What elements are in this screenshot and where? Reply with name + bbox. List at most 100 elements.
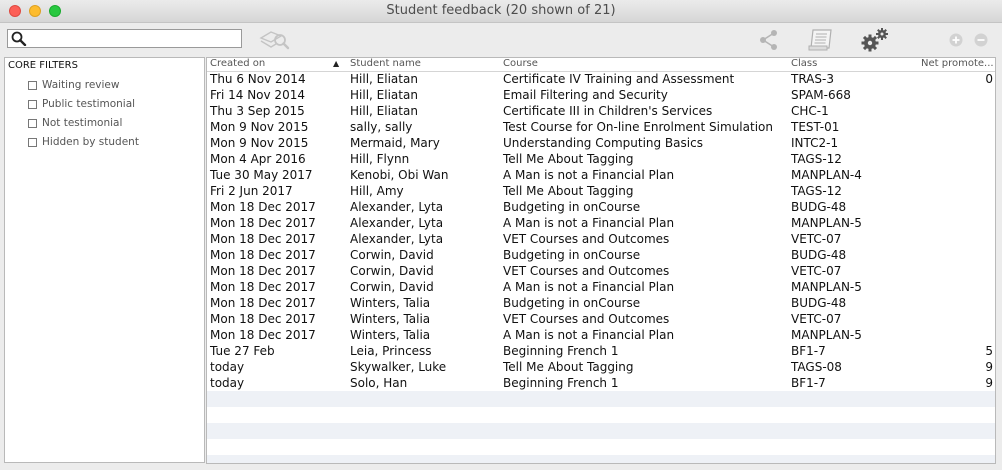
table-row[interactable]: today Skywalker, Luke Tell Me About Taggin… xyxy=(207,359,995,375)
col-student-name-cell: Winters, Talia xyxy=(350,296,431,310)
col-course-cell: Understanding Computing Basics xyxy=(503,136,703,150)
col-course-cell: Tell Me About Tagging xyxy=(503,184,634,198)
col-created-on-cell: Mon 18 Dec 2017 xyxy=(210,216,316,230)
table-row[interactable]: Mon 9 Nov 2015 sally, sally Test Course fo… xyxy=(207,119,995,135)
col-created-on-cell: Mon 18 Dec 2017 xyxy=(210,200,316,214)
table-row[interactable]: Thu 6 Nov 2014 Hill, Eliatan Certificate I… xyxy=(207,71,995,87)
col-class-cell: TAGS-12 xyxy=(791,184,842,198)
col-course-cell: VET Courses and Outcomes xyxy=(503,312,670,326)
table-row[interactable]: Mon 18 Dec 2017 Corwin, David VET Courses … xyxy=(207,263,995,279)
col-class-cell: TAGS-12 xyxy=(791,152,842,166)
table-body: Thu 6 Nov 2014 Hill, Eliatan Certificate I… xyxy=(207,71,995,463)
share-icon[interactable] xyxy=(758,29,780,51)
col-student-name-cell: Hill, Amy xyxy=(350,184,404,198)
col-net-promoter-cell: 5 xyxy=(985,344,993,358)
col-student-name-cell: Corwin, David xyxy=(350,264,434,278)
col-net-promoter-cell xyxy=(918,311,995,327)
table-row[interactable]: Mon 18 Dec 2017 Alexander, Lyta Budgeting … xyxy=(207,199,995,215)
col-net-promoter-cell xyxy=(918,103,995,119)
col-course-cell: A Man is not a Financial Plan xyxy=(503,168,675,182)
col-net-promoter-cell xyxy=(918,167,995,183)
empty-row xyxy=(207,455,995,463)
col-student-name-cell: sally, sally xyxy=(350,120,413,134)
table-row[interactable]: Mon 18 Dec 2017 Alexander, Lyta VET Course… xyxy=(207,231,995,247)
col-created-on-cell: Mon 4 Apr 2016 xyxy=(210,152,306,166)
col-student-name-cell: Solo, Han xyxy=(350,376,408,390)
filter-checkbox[interactable] xyxy=(28,100,37,109)
empty-row xyxy=(207,439,995,455)
empty-row xyxy=(207,391,995,407)
table-row[interactable]: Mon 18 Dec 2017 Alexander, Lyta A Man is n… xyxy=(207,215,995,231)
table-row[interactable]: Mon 18 Dec 2017 Corwin, David Budgeting in… xyxy=(207,247,995,263)
filter-checkbox[interactable] xyxy=(28,81,37,90)
table-row[interactable]: Mon 4 Apr 2016 Hill, Flynn Tell Me About T… xyxy=(207,151,995,167)
feedback-table[interactable]: Created on Student name Course Class Net pro… xyxy=(206,57,996,464)
col-created-on-cell: today xyxy=(210,360,245,374)
col-student-name-header[interactable]: Student name xyxy=(347,58,500,71)
col-created-on-cell: Mon 9 Nov 2015 xyxy=(210,120,309,134)
col-course-cell: VET Courses and Outcomes xyxy=(503,264,670,278)
col-created-on-cell: Mon 18 Dec 2017 xyxy=(210,328,316,342)
col-created-on-cell: Tue 27 Feb xyxy=(210,344,275,358)
col-created-on-cell: Mon 18 Dec 2017 xyxy=(210,312,316,326)
col-course-header[interactable]: Course xyxy=(500,58,788,71)
table-row[interactable]: Fri 14 Nov 2014 Hill, Eliatan Email Filter… xyxy=(207,87,995,103)
table-row[interactable]: Mon 18 Dec 2017 Winters, Talia A Man is no… xyxy=(207,327,995,343)
search-icon xyxy=(11,31,27,46)
col-student-name-cell: Hill, Eliatan xyxy=(350,88,418,102)
table-row[interactable]: Mon 18 Dec 2017 Winters, Talia VET Courses… xyxy=(207,311,995,327)
filter-label: Waiting review xyxy=(42,79,120,91)
col-student-name-cell: Hill, Eliatan xyxy=(350,104,418,118)
table-row[interactable]: Tue 30 May 2017 Kenobi, Obi Wan A Man is n… xyxy=(207,167,995,183)
col-course-cell: VET Courses and Outcomes xyxy=(503,232,670,246)
title-bar: Student feedback (20 shown of 21) xyxy=(0,0,1002,23)
col-net-promoter-cell: 9 xyxy=(985,376,993,390)
toolbar xyxy=(0,23,1002,56)
filter-checkbox[interactable] xyxy=(28,119,37,128)
col-class-cell: BF1-7 xyxy=(791,376,826,390)
col-student-name-cell: Skywalker, Luke xyxy=(350,360,447,374)
col-net-promoter-cell xyxy=(918,151,995,167)
remove-icon[interactable] xyxy=(974,33,988,47)
empty-row xyxy=(207,407,995,423)
filter-label: Not testimonial xyxy=(42,117,123,129)
table-row[interactable]: Thu 3 Sep 2015 Hill, Eliatan Certificate I… xyxy=(207,103,995,119)
col-net-promoter-header[interactable]: Net promote... xyxy=(918,58,995,71)
col-student-name-cell: Leia, Princess xyxy=(350,344,432,358)
col-course-cell: A Man is not a Financial Plan xyxy=(503,328,675,342)
notes-icon[interactable] xyxy=(807,28,835,52)
col-net-promoter-cell xyxy=(918,263,995,279)
table-row[interactable]: Fri 2 Jun 2017 Hill, Amy Tell Me About Tag… xyxy=(207,183,995,199)
col-net-promoter-cell xyxy=(918,135,995,151)
col-class-cell: BUDG-48 xyxy=(791,296,847,310)
search-input[interactable] xyxy=(7,29,242,48)
col-course-cell: Tell Me About Tagging xyxy=(503,360,634,374)
table-row[interactable]: Mon 9 Nov 2015 Mermaid, Mary Understanding… xyxy=(207,135,995,151)
gear-icon[interactable] xyxy=(860,27,890,53)
table-row[interactable]: Mon 18 Dec 2017 Corwin, David A Man is not… xyxy=(207,279,995,295)
table-row[interactable]: Mon 18 Dec 2017 Winters, Talia Budgeting i… xyxy=(207,295,995,311)
col-net-promoter-cell: 9 xyxy=(985,360,993,374)
window-title: Student feedback (20 shown of 21) xyxy=(386,3,616,18)
col-course-cell: Email Filtering and Security xyxy=(503,88,668,102)
table-row[interactable]: Tue 27 Feb Leia, Princess Beginning French… xyxy=(207,343,995,359)
col-class-cell: VETC-07 xyxy=(791,264,842,278)
col-net-promoter-cell xyxy=(918,231,995,247)
filter-checkbox[interactable] xyxy=(28,138,37,147)
col-student-name-cell: Corwin, David xyxy=(350,248,434,262)
col-created-on-header[interactable]: Created on xyxy=(207,58,347,71)
col-course-cell: Budgeting in onCourse xyxy=(503,200,641,214)
col-net-promoter-cell xyxy=(918,247,995,263)
col-class-cell: BF1-7 xyxy=(791,344,826,358)
col-student-name-cell: Corwin, David xyxy=(350,280,434,294)
col-course-cell: A Man is not a Financial Plan xyxy=(503,216,675,230)
find-related-icon[interactable] xyxy=(259,28,291,50)
empty-row xyxy=(207,423,995,439)
col-class-header[interactable]: Class xyxy=(788,58,918,71)
col-course-cell: Budgeting in onCourse xyxy=(503,248,641,262)
table-row[interactable]: today Solo, Han Beginning French 1 BF1-7 9 xyxy=(207,375,995,391)
col-created-on-cell: Thu 6 Nov 2014 xyxy=(210,72,306,86)
col-student-name-cell: Mermaid, Mary xyxy=(350,136,440,150)
add-icon[interactable] xyxy=(949,33,963,47)
col-course-cell: Tell Me About Tagging xyxy=(503,152,634,166)
